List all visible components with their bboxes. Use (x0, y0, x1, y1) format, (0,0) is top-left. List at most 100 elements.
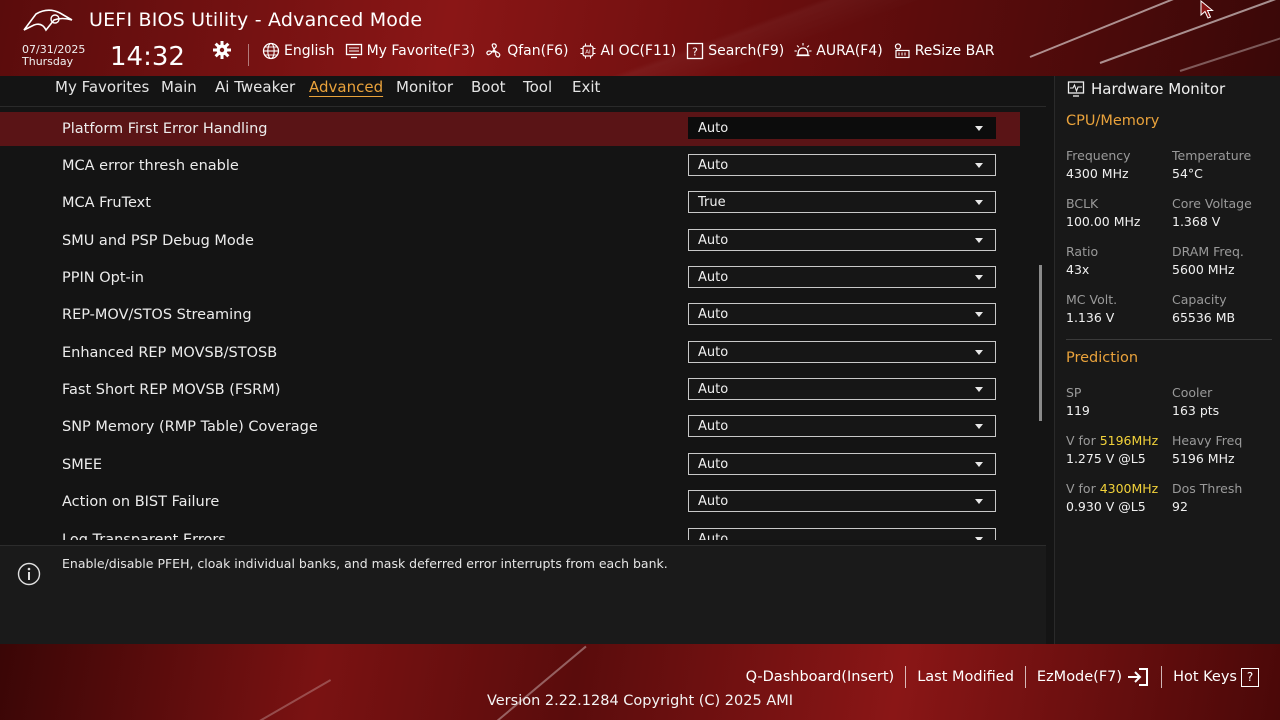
gear-icon[interactable] (212, 40, 232, 60)
bclk-label: BCLK (1066, 196, 1099, 211)
setting-label: Enhanced REP MOVSB/STOSB (62, 345, 278, 361)
sp-label: SP (1066, 385, 1082, 400)
tab-advanced[interactable]: Advanced (309, 78, 383, 96)
setting-label: SNP Memory (RMP Table) Coverage (62, 419, 318, 435)
dropdown-arrow-icon (975, 424, 983, 429)
setting-row-action-on-bist-failure[interactable]: Action on BIST Failure Auto (0, 485, 1020, 519)
version-text: Version 2.22.1284 Copyright (C) 2025 AMI (486, 693, 794, 709)
setting-row-rep-mov-stos-streaming[interactable]: REP-MOV/STOS Streaming Auto (0, 298, 1020, 332)
setting-dropdown[interactable]: Auto (688, 266, 996, 288)
dropdown-value: Auto (698, 532, 729, 540)
setting-row-fast-short-rep-movsb[interactable]: Fast Short REP MOVSB (FSRM) Auto (0, 373, 1020, 407)
setting-dropdown[interactable]: Auto (688, 528, 996, 540)
favorite-monitor-icon (345, 43, 362, 59)
decorative-slash (1099, 0, 1279, 64)
hardware-monitor-divider (1066, 339, 1272, 340)
settings-scrollbar[interactable] (1039, 265, 1042, 421)
tab-boot[interactable]: Boot (471, 78, 506, 96)
tab-my-favorites[interactable]: My Favorites (55, 78, 149, 96)
dropdown-arrow-icon (975, 387, 983, 392)
v-for-freq1-value: 1.275 V @L5 (1066, 451, 1146, 466)
help-panel: Enable/disable PFEH, cloak individual ba… (0, 545, 1046, 644)
tabs-divider (0, 106, 1046, 107)
setting-label: Platform First Error Handling (62, 121, 268, 137)
setting-row-snp-memory-coverage[interactable]: SNP Memory (RMP Table) Coverage Auto (0, 410, 1020, 444)
dropdown-arrow-icon (975, 200, 983, 205)
tab-monitor[interactable]: Monitor (396, 78, 453, 96)
setting-row-mca-error-thresh-enable[interactable]: MCA error thresh enable Auto (0, 149, 1020, 183)
day-text: Thursday (22, 55, 74, 68)
ai-oc-button[interactable]: AI AI OC(F11) (579, 42, 676, 60)
setting-dropdown[interactable]: Auto (688, 378, 996, 400)
qfan-button[interactable]: Qfan(F6) (485, 42, 569, 60)
setting-row-smee[interactable]: SMEE Auto (0, 448, 1020, 482)
toolbar: English My Favorite(F3) Qfan(F6) AI AI O… (262, 42, 995, 60)
setting-label: Log Transparent Errors (62, 532, 226, 540)
dropdown-value: Auto (698, 233, 729, 248)
last-modified-button[interactable]: Last Modified (906, 669, 1025, 685)
dropdown-arrow-icon (975, 350, 983, 355)
dropdown-value: Auto (698, 382, 729, 397)
my-favorite-button[interactable]: My Favorite(F3) (345, 42, 475, 60)
clock: 14:32 (110, 42, 185, 72)
setting-row-mca-frutext[interactable]: MCA FruText True (0, 186, 1020, 220)
ratio-label: Ratio (1066, 244, 1099, 259)
tab-tool[interactable]: Tool (523, 78, 552, 96)
language-button[interactable]: English (262, 42, 335, 60)
frequency-label: Frequency (1066, 148, 1131, 163)
temperature-label: Temperature (1172, 148, 1252, 163)
dram-freq-label: DRAM Freq. (1172, 244, 1244, 259)
dropdown-arrow-icon (975, 238, 983, 243)
setting-label: REP-MOV/STOS Streaming (62, 307, 252, 323)
resize-bar-button[interactable]: ReSize BAR (893, 42, 995, 60)
tab-ai-tweaker[interactable]: Ai Tweaker (215, 78, 295, 96)
help-description: Enable/disable PFEH, cloak individual ba… (62, 556, 668, 571)
tab-exit[interactable]: Exit (572, 78, 600, 96)
aura-light-icon (794, 43, 812, 57)
search-button[interactable]: ? Search(F9) (686, 42, 784, 60)
hot-keys-label: Hot Keys (1173, 669, 1237, 685)
globe-icon (262, 42, 280, 60)
sp-value: 119 (1066, 403, 1090, 418)
dropdown-arrow-icon (975, 126, 983, 131)
hardware-monitor-title: Hardware Monitor (1091, 80, 1226, 98)
setting-row-ppin-opt-in[interactable]: PPIN Opt-in Auto (0, 261, 1020, 295)
setting-dropdown[interactable]: Auto (688, 341, 996, 363)
fan-icon (486, 43, 501, 58)
setting-dropdown[interactable]: Auto (688, 117, 996, 139)
tab-main[interactable]: Main (161, 78, 197, 96)
setting-dropdown[interactable]: Auto (688, 229, 996, 251)
decorative-slash (1179, 32, 1280, 72)
settings-list: Platform First Error Handling Auto MCA e… (0, 108, 1040, 540)
dropdown-value: Auto (698, 270, 729, 285)
q-dashboard-button[interactable]: Q-Dashboard(Insert) (735, 669, 906, 685)
setting-label: Action on BIST Failure (62, 494, 220, 510)
setting-row-log-transparent-errors[interactable]: Log Transparent Errors Auto (0, 523, 1020, 540)
ezmode-button[interactable]: EzMode(F7) (1026, 667, 1161, 687)
setting-row-platform-first-error-handling[interactable]: Platform First Error Handling Auto (0, 112, 1020, 146)
title-bar: UEFI BIOS Utility - Advanced Mode 07/31/… (0, 0, 1280, 76)
app-title: UEFI BIOS Utility - Advanced Mode (89, 9, 423, 31)
ezmode-label: EzMode(F7) (1036, 669, 1123, 685)
dropdown-value: Auto (698, 457, 729, 472)
hot-keys-button[interactable]: Hot Keys ? (1162, 667, 1270, 687)
monitor-pulse-icon (1067, 81, 1085, 97)
setting-dropdown[interactable]: Auto (688, 453, 996, 475)
setting-dropdown[interactable]: Auto (688, 303, 996, 325)
cpu-memory-heading: CPU/Memory (1066, 113, 1160, 129)
dropdown-arrow-icon (975, 499, 983, 504)
setting-dropdown[interactable]: Auto (688, 154, 996, 176)
core-voltage-label: Core Voltage (1172, 196, 1252, 211)
setting-dropdown[interactable]: Auto (688, 490, 996, 512)
search-box-icon: ? (687, 42, 704, 60)
setting-dropdown[interactable]: Auto (688, 415, 996, 437)
aura-button[interactable]: AURA(F4) (794, 42, 883, 60)
dos-thresh-label: Dos Thresh (1172, 481, 1243, 496)
heavy-freq-value: 5196 MHz (1172, 451, 1235, 466)
dropdown-value: Auto (698, 158, 729, 173)
setting-row-smu-psp-debug-mode[interactable]: SMU and PSP Debug Mode Auto (0, 224, 1020, 258)
setting-dropdown[interactable]: True (688, 191, 996, 213)
exit-arrow-icon (1128, 668, 1149, 686)
setting-row-enhanced-rep-movsb-stosb[interactable]: Enhanced REP MOVSB/STOSB Auto (0, 336, 1020, 370)
footer-links: Q-Dashboard(Insert) Last Modified EzMode… (735, 666, 1270, 688)
